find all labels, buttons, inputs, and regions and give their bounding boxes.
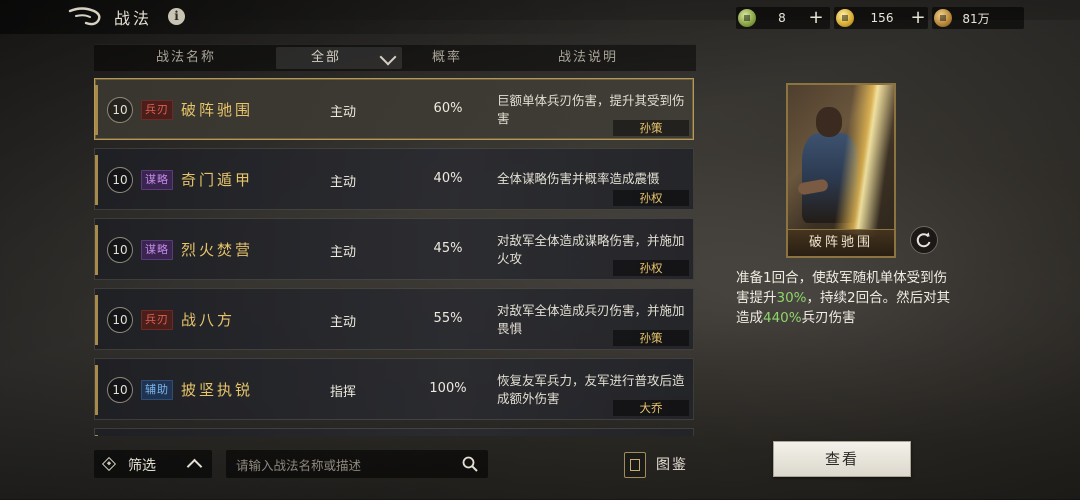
skill-name: 破阵驰围 xyxy=(181,101,254,119)
card-figure-head xyxy=(816,107,842,137)
card-glow xyxy=(833,85,894,238)
skill-type: 主动 xyxy=(329,175,356,190)
column-name-header: 战法名称 xyxy=(155,50,216,65)
skill-level: 10 xyxy=(107,307,133,333)
skill-row-partial[interactable] xyxy=(94,428,694,436)
skill-rate: 100% xyxy=(429,381,467,396)
skill-level: 10 xyxy=(107,167,133,193)
skill-type: 指挥 xyxy=(329,385,356,400)
skill-tag: 兵刃 xyxy=(141,310,173,330)
card-skill-name: 破阵驰围 xyxy=(788,229,894,256)
skill-rate: 55% xyxy=(433,311,463,326)
search-box xyxy=(226,450,488,478)
list-header: 战法名称 全部 概率 战法说明 xyxy=(94,44,696,71)
skill-level: 10 xyxy=(107,377,133,403)
detail-value-1: 30% xyxy=(776,290,807,306)
skill-type: 主动 xyxy=(329,105,356,120)
skill-list[interactable]: 10 兵刃 破阵驰围 主动 60% 巨额单体兵刃伤害，提升其受到伤害 孙策 10… xyxy=(94,78,696,436)
skill-owner: 孙权 xyxy=(613,260,689,276)
skill-type: 主动 xyxy=(329,315,356,330)
skill-tag: 谋略 xyxy=(141,170,173,190)
skill-tag: 兵刃 xyxy=(141,100,173,120)
skill-name: 战八方 xyxy=(181,311,236,329)
bronze-value: 81万 xyxy=(962,11,990,26)
type-filter-value: 全部 xyxy=(310,50,341,65)
search-icon[interactable] xyxy=(462,456,478,472)
codex-button[interactable]: 图鉴 xyxy=(622,450,696,478)
skill-tag: 辅助 xyxy=(141,380,173,400)
skill-owner: 大乔 xyxy=(613,400,689,416)
search-input[interactable] xyxy=(234,454,458,476)
skill-rate: 45% xyxy=(433,241,463,256)
chevron-down-icon xyxy=(379,48,397,66)
skill-row[interactable]: 10 谋略 烈火焚营 主动 45% 对敌军全体造成谋略伤害，并施加火攻 孙权 xyxy=(94,218,694,280)
skill-level: 10 xyxy=(107,237,133,263)
gold-coin-icon xyxy=(836,9,854,27)
currency-copper: 8 + xyxy=(736,7,830,29)
back-icon[interactable] xyxy=(68,7,106,27)
skill-row[interactable]: 10 辅助 披坚执锐 指挥 100% 恢复友军兵力，友军进行普攻后造成额外伤害 … xyxy=(94,358,694,420)
filter-diamond-icon xyxy=(101,456,117,472)
codex-label: 图鉴 xyxy=(656,457,688,473)
skill-row[interactable]: 10 谋略 奇门遁甲 主动 40% 全体谋略伤害并概率造成震慑 孙权 xyxy=(94,148,694,210)
detail-line3: 兵刃伤害 xyxy=(801,310,856,326)
filter-label: 筛选 xyxy=(128,458,156,474)
gold-value: 156 xyxy=(870,11,894,25)
column-rate-header: 概率 xyxy=(431,50,462,65)
skill-name: 奇门遁甲 xyxy=(181,171,254,189)
skill-desc: 全体谋略伤害并概率造成震慑 xyxy=(497,171,660,186)
copper-coin-icon xyxy=(738,9,756,27)
skill-type: 主动 xyxy=(329,245,356,260)
type-filter-dropdown[interactable]: 全部 xyxy=(276,47,402,69)
filter-button[interactable]: 筛选 xyxy=(94,450,212,478)
add-copper-button[interactable]: + xyxy=(808,9,824,27)
skill-name: 披坚执锐 xyxy=(181,381,254,399)
codex-book-icon xyxy=(624,452,646,478)
skill-rate: 60% xyxy=(433,101,463,116)
skill-tag: 谋略 xyxy=(141,240,173,260)
skill-detail-text: 准备1回合，使敌军随机单体受到伤害提升30%，持续2回合。然后对其造成440%兵… xyxy=(736,268,956,328)
column-desc-header: 战法说明 xyxy=(557,50,618,65)
skill-card: 破阵驰围 xyxy=(786,83,896,258)
add-gold-button[interactable]: + xyxy=(910,9,926,27)
view-button[interactable]: 查看 xyxy=(773,441,911,477)
chevron-up-icon xyxy=(186,458,203,475)
currency-bronze: 81万 xyxy=(932,7,1024,29)
currency-gold: 156 + xyxy=(834,7,928,29)
refresh-icon[interactable] xyxy=(910,226,938,254)
skill-owner: 孙策 xyxy=(613,330,689,346)
copper-value: 8 xyxy=(778,11,786,25)
detail-value-2: 440% xyxy=(763,310,802,326)
skill-owner: 孙权 xyxy=(613,190,689,206)
skill-name: 烈火焚营 xyxy=(181,241,254,259)
bronze-coin-icon xyxy=(934,9,952,27)
skill-row[interactable]: 10 兵刃 破阵驰围 主动 60% 巨额单体兵刃伤害，提升其受到伤害 孙策 xyxy=(94,78,694,140)
info-icon[interactable]: i xyxy=(168,8,185,25)
page-title: 战法 xyxy=(114,9,153,28)
skill-level: 10 xyxy=(107,97,133,123)
skill-owner: 孙策 xyxy=(613,120,689,136)
skill-rate: 40% xyxy=(433,171,463,186)
skill-row[interactable]: 10 兵刃 战八方 主动 55% 对敌军全体造成兵刃伤害，并施加畏惧 孙策 xyxy=(94,288,694,350)
